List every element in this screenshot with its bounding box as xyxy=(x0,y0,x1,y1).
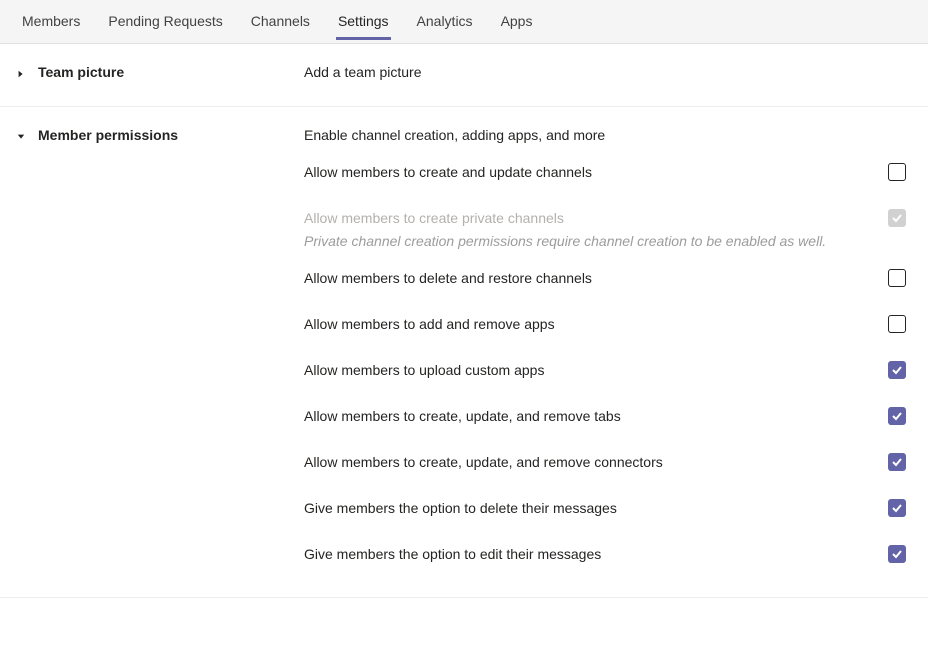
checkbox-create-update-channels[interactable] xyxy=(888,163,906,181)
permission-note: Private channel creation permissions req… xyxy=(304,233,906,249)
checkbox-manage-tabs[interactable] xyxy=(888,407,906,425)
permission-label: Allow members to upload custom apps xyxy=(304,362,544,378)
permission-label: Allow members to create private channels xyxy=(304,210,564,226)
tabs-bar: Members Pending Requests Channels Settin… xyxy=(0,0,928,44)
tab-analytics[interactable]: Analytics xyxy=(403,1,487,42)
tab-settings[interactable]: Settings xyxy=(324,1,403,42)
tab-members[interactable]: Members xyxy=(8,1,94,42)
section-member-permissions: Member permissions Enable channel creati… xyxy=(0,107,928,598)
tab-channels[interactable]: Channels xyxy=(237,1,324,42)
checkbox-edit-messages[interactable] xyxy=(888,545,906,563)
section-team-picture: Team picture Add a team picture xyxy=(0,44,928,107)
permission-row: Allow members to add and remove apps xyxy=(304,301,906,347)
chevron-down-icon xyxy=(14,130,28,144)
permission-label: Allow members to create and update chann… xyxy=(304,164,592,180)
permission-label: Give members the option to delete their … xyxy=(304,500,617,516)
checkbox-create-private-channels xyxy=(888,209,906,227)
tab-pending-requests[interactable]: Pending Requests xyxy=(94,1,236,42)
checkbox-manage-connectors[interactable] xyxy=(888,453,906,471)
checkbox-delete-restore-channels[interactable] xyxy=(888,269,906,287)
permission-row: Allow members to upload custom apps xyxy=(304,347,906,393)
permission-label: Allow members to delete and restore chan… xyxy=(304,270,592,286)
checkbox-upload-custom-apps[interactable] xyxy=(888,361,906,379)
permission-row: Allow members to create and update chann… xyxy=(304,149,906,195)
section-body: Enable channel creation, adding apps, an… xyxy=(304,127,914,577)
permission-row: Give members the option to delete their … xyxy=(304,485,906,531)
permission-row: Allow members to create, update, and rem… xyxy=(304,393,906,439)
section-header[interactable]: Member permissions xyxy=(14,127,304,577)
checkbox-add-remove-apps[interactable] xyxy=(888,315,906,333)
permission-row: Allow members to delete and restore chan… xyxy=(304,255,906,301)
section-body: Add a team picture xyxy=(304,64,914,86)
section-title: Team picture xyxy=(38,64,124,80)
permission-label: Allow members to create, update, and rem… xyxy=(304,408,621,424)
chevron-right-icon xyxy=(14,67,28,81)
permission-label: Give members the option to edit their me… xyxy=(304,546,601,562)
permission-row: Allow members to create, update, and rem… xyxy=(304,439,906,485)
section-header[interactable]: Team picture xyxy=(14,64,304,86)
tab-apps[interactable]: Apps xyxy=(487,1,547,42)
section-description: Enable channel creation, adding apps, an… xyxy=(304,127,906,143)
checkbox-delete-messages[interactable] xyxy=(888,499,906,517)
section-description: Add a team picture xyxy=(304,64,906,80)
permission-label: Allow members to add and remove apps xyxy=(304,316,555,332)
permission-label: Allow members to create, update, and rem… xyxy=(304,454,663,470)
permission-row: Give members the option to edit their me… xyxy=(304,531,906,577)
section-title: Member permissions xyxy=(38,127,178,143)
